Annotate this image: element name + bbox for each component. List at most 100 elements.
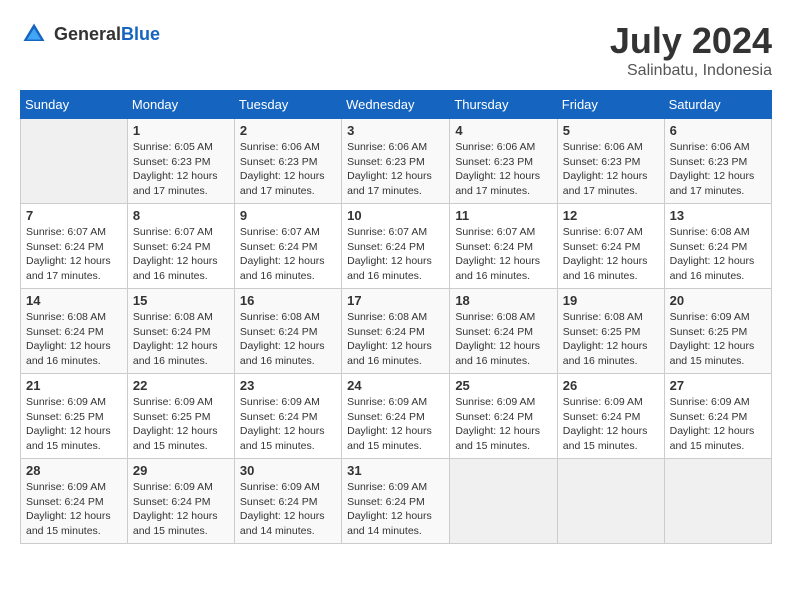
calendar-cell: 10Sunrise: 6:07 AMSunset: 6:24 PMDayligh… [342,204,450,289]
calendar-cell [664,459,771,544]
day-info: Sunrise: 6:08 AMSunset: 6:24 PMDaylight:… [347,310,444,369]
day-header-wednesday: Wednesday [342,91,450,119]
day-info: Sunrise: 6:07 AMSunset: 6:24 PMDaylight:… [455,225,551,284]
day-number: 6 [670,123,766,138]
calendar-table: SundayMondayTuesdayWednesdayThursdayFrid… [20,90,772,544]
day-info: Sunrise: 6:06 AMSunset: 6:23 PMDaylight:… [563,140,659,199]
day-header-monday: Monday [127,91,234,119]
day-number: 5 [563,123,659,138]
day-number: 2 [240,123,336,138]
logo-icon [20,20,48,48]
location: Salinbatu, Indonesia [610,62,772,80]
day-number: 12 [563,208,659,223]
day-info: Sunrise: 6:09 AMSunset: 6:24 PMDaylight:… [347,480,444,539]
day-info: Sunrise: 6:09 AMSunset: 6:24 PMDaylight:… [347,395,444,454]
calendar-cell: 17 Sunrise: 6:08 AMSunset: 6:24 PMDayligh… [342,289,450,374]
calendar-cell: 8Sunrise: 6:07 AMSunset: 6:24 PMDaylight… [127,204,234,289]
day-number: 8 [133,208,229,223]
day-number: 4 [455,123,551,138]
day-number: 1 [133,123,229,138]
day-number: 16 [240,293,336,308]
day-number: 13 [670,208,766,223]
day-number: 22 [133,378,229,393]
calendar-cell: 31 Sunrise: 6:09 AMSunset: 6:24 PMDayligh… [342,459,450,544]
days-header-row: SundayMondayTuesdayWednesdayThursdayFrid… [21,91,772,119]
calendar-cell: 6 Sunrise: 6:06 AMSunset: 6:23 PMDaylight… [664,119,771,204]
day-info: Sunrise: 6:08 AMSunset: 6:24 PMDaylight:… [240,310,336,369]
logo-general: General [54,24,121,44]
day-header-thursday: Thursday [450,91,557,119]
title-area: July 2024 Salinbatu, Indonesia [610,20,772,80]
calendar-cell: 13 Sunrise: 6:08 AMSunset: 6:24 PMDayligh… [664,204,771,289]
day-number: 3 [347,123,444,138]
calendar-cell: 16 Sunrise: 6:08 AMSunset: 6:24 PMDayligh… [234,289,341,374]
calendar-cell: 15Sunrise: 6:08 AMSunset: 6:24 PMDayligh… [127,289,234,374]
calendar-cell: 28Sunrise: 6:09 AMSunset: 6:24 PMDayligh… [21,459,128,544]
calendar-cell: 19 Sunrise: 6:08 AMSunset: 6:25 PMDayligh… [557,289,664,374]
day-number: 25 [455,378,551,393]
calendar-cell: 11 Sunrise: 6:07 AMSunset: 6:24 PMDayligh… [450,204,557,289]
day-number: 27 [670,378,766,393]
day-number: 17 [347,293,444,308]
day-number: 19 [563,293,659,308]
week-row-3: 14 Sunrise: 6:08 AMSunset: 6:24 PMDayligh… [21,289,772,374]
day-info: Sunrise: 6:08 AMSunset: 6:25 PMDaylight:… [563,310,659,369]
week-row-1: 1Sunrise: 6:05 AMSunset: 6:23 PMDaylight… [21,119,772,204]
calendar-cell: 3 Sunrise: 6:06 AMSunset: 6:23 PMDaylight… [342,119,450,204]
day-info: Sunrise: 6:09 AMSunset: 6:24 PMDaylight:… [240,480,336,539]
calendar-cell: 14 Sunrise: 6:08 AMSunset: 6:24 PMDayligh… [21,289,128,374]
day-info: Sunrise: 6:06 AMSunset: 6:23 PMDaylight:… [347,140,444,199]
calendar-cell: 29Sunrise: 6:09 AMSunset: 6:24 PMDayligh… [127,459,234,544]
calendar-cell: 21Sunrise: 6:09 AMSunset: 6:25 PMDayligh… [21,374,128,459]
day-info: Sunrise: 6:09 AMSunset: 6:25 PMDaylight:… [670,310,766,369]
logo: GeneralBlue [20,20,160,48]
day-info: Sunrise: 6:07 AMSunset: 6:24 PMDaylight:… [563,225,659,284]
day-info: Sunrise: 6:09 AMSunset: 6:24 PMDaylight:… [455,395,551,454]
day-number: 21 [26,378,122,393]
calendar-cell: 25 Sunrise: 6:09 AMSunset: 6:24 PMDayligh… [450,374,557,459]
day-info: Sunrise: 6:09 AMSunset: 6:25 PMDaylight:… [133,395,229,454]
day-info: Sunrise: 6:07 AMSunset: 6:24 PMDaylight:… [240,225,336,284]
calendar-cell [557,459,664,544]
day-info: Sunrise: 6:08 AMSunset: 6:24 PMDaylight:… [26,310,122,369]
day-info: Sunrise: 6:08 AMSunset: 6:24 PMDaylight:… [670,225,766,284]
calendar-cell: 12 Sunrise: 6:07 AMSunset: 6:24 PMDayligh… [557,204,664,289]
week-row-2: 7 Sunrise: 6:07 AMSunset: 6:24 PMDaylight… [21,204,772,289]
calendar-cell: 1Sunrise: 6:05 AMSunset: 6:23 PMDaylight… [127,119,234,204]
day-info: Sunrise: 6:06 AMSunset: 6:23 PMDaylight:… [455,140,551,199]
calendar-cell: 2 Sunrise: 6:06 AMSunset: 6:23 PMDaylight… [234,119,341,204]
day-number: 10 [347,208,444,223]
day-number: 24 [347,378,444,393]
logo-text: GeneralBlue [54,24,160,45]
day-info: Sunrise: 6:09 AMSunset: 6:24 PMDaylight:… [670,395,766,454]
day-number: 14 [26,293,122,308]
day-header-saturday: Saturday [664,91,771,119]
calendar-cell [21,119,128,204]
week-row-5: 28Sunrise: 6:09 AMSunset: 6:24 PMDayligh… [21,459,772,544]
day-info: Sunrise: 6:06 AMSunset: 6:23 PMDaylight:… [670,140,766,199]
day-number: 31 [347,463,444,478]
calendar-cell: 5 Sunrise: 6:06 AMSunset: 6:23 PMDaylight… [557,119,664,204]
day-number: 15 [133,293,229,308]
calendar-cell: 7 Sunrise: 6:07 AMSunset: 6:24 PMDaylight… [21,204,128,289]
calendar-cell: 23Sunrise: 6:09 AMSunset: 6:24 PMDayligh… [234,374,341,459]
logo-blue: Blue [121,24,160,44]
calendar-cell: 22 Sunrise: 6:09 AMSunset: 6:25 PMDayligh… [127,374,234,459]
calendar-cell [450,459,557,544]
day-number: 11 [455,208,551,223]
day-number: 26 [563,378,659,393]
day-info: Sunrise: 6:06 AMSunset: 6:23 PMDaylight:… [240,140,336,199]
day-info: Sunrise: 6:09 AMSunset: 6:24 PMDaylight:… [240,395,336,454]
day-info: Sunrise: 6:09 AMSunset: 6:24 PMDaylight:… [133,480,229,539]
calendar-cell: 20Sunrise: 6:09 AMSunset: 6:25 PMDayligh… [664,289,771,374]
day-info: Sunrise: 6:08 AMSunset: 6:24 PMDaylight:… [455,310,551,369]
day-header-sunday: Sunday [21,91,128,119]
day-header-tuesday: Tuesday [234,91,341,119]
day-number: 7 [26,208,122,223]
week-row-4: 21 Sunrise: 6:09 AMSunset: 6:25 PMDayligh… [21,374,772,459]
calendar-cell: 27 Sunrise: 6:09 AMSunset: 6:24 PMDayligh… [664,374,771,459]
day-number: 30 [240,463,336,478]
day-info: Sunrise: 6:07 AMSunset: 6:24 PMDaylight:… [26,225,122,284]
calendar-cell: 26Sunrise: 6:09 AMSunset: 6:24 PMDayligh… [557,374,664,459]
calendar-cell: 18Sunrise: 6:08 AMSunset: 6:24 PMDayligh… [450,289,557,374]
